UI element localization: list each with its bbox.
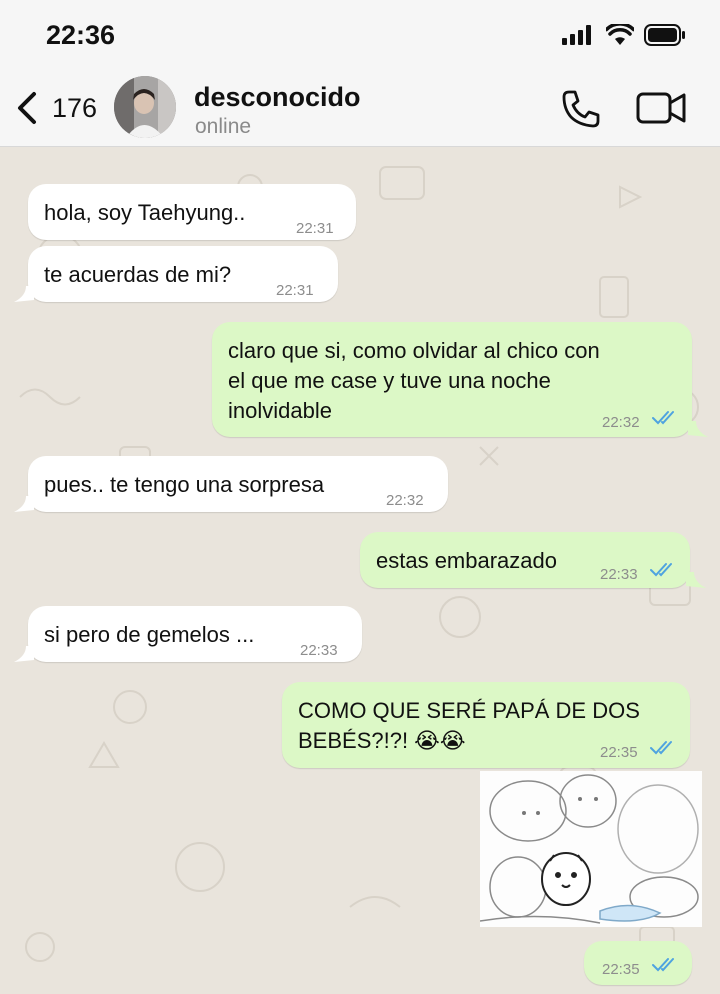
message-outgoing[interactable]: COMO QUE SERÉ PAPÁ DE DOS BEBÉS?!?! 😭😭 2…	[282, 682, 690, 768]
contact-status: online	[195, 115, 252, 138]
back-button[interactable]: 176	[14, 90, 97, 126]
message-text-line: BEBÉS?!?! 😭😭	[298, 728, 466, 753]
status-icons	[562, 24, 686, 46]
phone-icon	[562, 90, 600, 128]
contact-name[interactable]: desconocido	[194, 82, 361, 113]
message-time: 22:35	[602, 961, 640, 978]
chat-header: 176 desconocido online	[0, 76, 720, 147]
bubble-tail	[14, 286, 34, 302]
message-time: 22:35	[600, 744, 638, 761]
unread-count: 176	[52, 92, 98, 123]
message-text-line: COMO QUE SERÉ PAPÁ DE DOS	[298, 698, 640, 723]
message-outgoing-sticker-meta[interactable]: 22:35	[584, 941, 692, 985]
message-outgoing[interactable]: estas embarazado 22:33	[360, 532, 690, 588]
avatar-photo	[114, 76, 176, 138]
bubble-tail	[14, 496, 34, 512]
message-time: 22:32	[602, 414, 640, 431]
battery-icon	[644, 24, 685, 46]
sticker-drawing	[480, 771, 702, 927]
message-text: estas embarazado	[376, 548, 557, 573]
read-receipt-icon	[652, 958, 674, 972]
message-incoming[interactable]: te acuerdas de mi? 22:31	[28, 246, 338, 302]
read-receipt-icon	[650, 563, 672, 577]
message-time: 22:33	[600, 566, 638, 583]
message-text-line: el que me case y tuve una noche	[228, 368, 551, 393]
message-text: pues.. te tengo una sorpresa	[44, 472, 325, 497]
chat-area[interactable]: hola, soy Taehyung.. 22:31 te acuerdas d…	[0, 147, 720, 994]
message-text-line: claro que si, como olvidar al chico con	[228, 338, 600, 363]
read-receipt-icon	[650, 741, 672, 755]
video-camera-icon	[636, 92, 686, 124]
message-incoming[interactable]: hola, soy Taehyung.. 22:31	[28, 184, 356, 240]
voice-call-button[interactable]	[560, 88, 602, 135]
message-time: 22:31	[276, 282, 314, 299]
wifi-icon	[606, 24, 634, 45]
sticker-image[interactable]	[480, 771, 702, 927]
avatar[interactable]	[114, 76, 176, 138]
message-time: 22:33	[300, 642, 338, 659]
message-text: te acuerdas de mi?	[44, 262, 232, 287]
status-bar: 22:36	[0, 0, 720, 76]
chevron-left-icon	[18, 92, 36, 124]
status-time: 22:36	[46, 20, 116, 50]
message-incoming[interactable]: pues.. te tengo una sorpresa 22:32	[28, 456, 448, 512]
video-call-button[interactable]	[636, 90, 688, 131]
message-text: si pero de gemelos ...	[44, 622, 255, 647]
cellular-signal-icon	[562, 25, 591, 45]
message-incoming[interactable]: si pero de gemelos ... 22:33	[28, 606, 362, 662]
message-time: 22:32	[386, 492, 424, 509]
bubble-tail	[686, 572, 706, 588]
read-receipt-icon	[652, 411, 674, 425]
message-text-line: inolvidable	[228, 398, 332, 423]
bubble-tail	[688, 421, 708, 437]
message-time: 22:31	[296, 220, 334, 237]
bubble-tail	[14, 646, 34, 662]
message-outgoing[interactable]: claro que si, como olvidar al chico con …	[212, 322, 692, 437]
message-text: hola, soy Taehyung..	[44, 200, 246, 225]
